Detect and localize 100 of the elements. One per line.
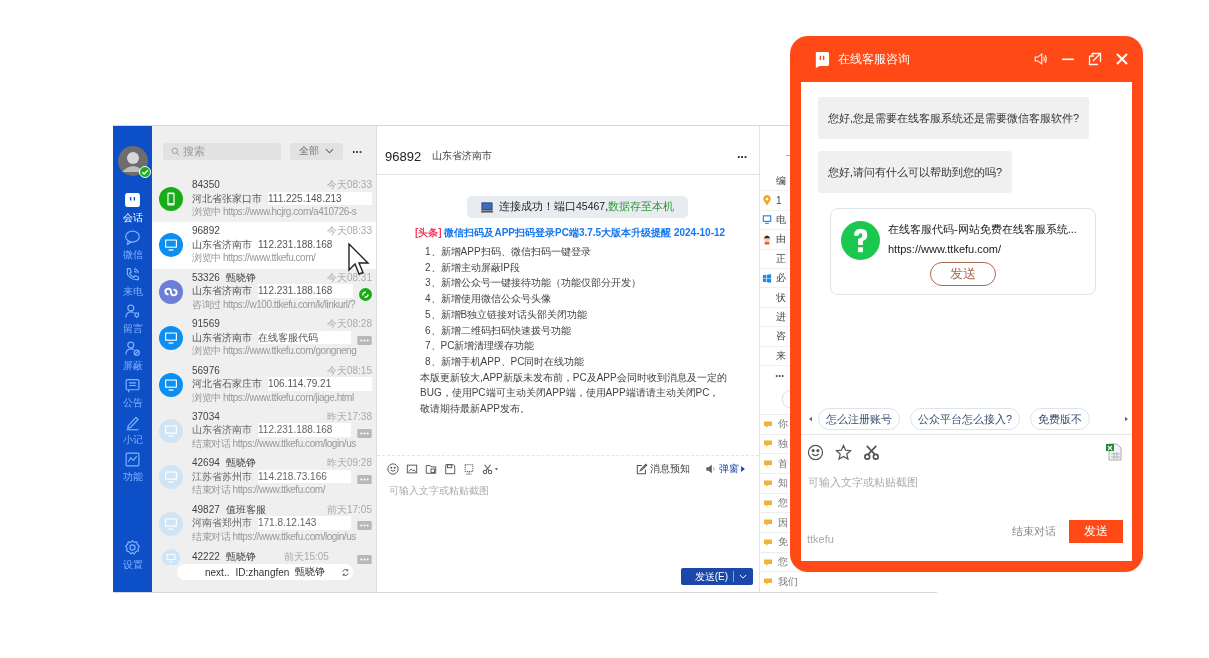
update-item: 5、新增B独立链接对话头部关闭功能: [425, 307, 589, 322]
quick-message[interactable]: 知: [778, 476, 788, 491]
refresh-icon[interactable]: [341, 567, 351, 577]
spreadsheet-icon[interactable]: [1106, 443, 1122, 461]
visitor-name: 甄晓铮: [225, 549, 256, 564]
more-button[interactable]: ···: [737, 149, 747, 164]
conversation-time: 今天08:28: [326, 317, 372, 331]
info-field: 编: [776, 174, 786, 189]
monitor-icon: [762, 214, 772, 226]
card-link[interactable]: https://www.ttkefu.com/: [888, 239, 1077, 259]
nav-tab[interactable]: 屏蔽: [122, 340, 143, 377]
visitor-location: 河南省郑州市: [192, 516, 252, 530]
image-icon[interactable]: [406, 463, 418, 475]
visitor-id: 91569: [192, 317, 220, 331]
visit-detail: 结束对话 https://www.ttkefu.com/: [192, 483, 327, 497]
info-field: 必: [776, 271, 786, 286]
visitor-location: 河北省张家口市: [192, 191, 262, 205]
conversation-item[interactable]: 56976 今天08:15 河北省石家庄市 106.114.79.21 浏览中 https://www.ttkefu.com/jiage.html: [152, 361, 376, 408]
user-avatar[interactable]: [117, 146, 148, 176]
headline-link[interactable]: 微信扫码及APP扫码登录PC端3.7.5大版本升级提醒 2024-10-12: [444, 227, 726, 238]
pen-icon: [124, 414, 141, 431]
screenshot-icon[interactable]: [463, 463, 475, 475]
speech-bubble-icon: [124, 229, 141, 246]
quick-message[interactable]: 首: [778, 456, 788, 471]
restore-icon[interactable]: [1088, 52, 1102, 66]
edit-icon: [636, 463, 648, 475]
visit-detail: 浏览中 https://www.ttkefu.com/gongneng: [192, 344, 358, 358]
chevron-down-icon: [325, 148, 334, 154]
conversation-item[interactable]: 49827 值班客服 前天17:05 河南省郑州市 171.8.12.143 结束对话 https://www.ttkefu.com/login/us: [152, 500, 376, 548]
update-item: 4、新增使用微信公众号头像: [425, 292, 552, 307]
chat-logo-icon: [813, 50, 830, 68]
popup-toggle[interactable]: 弹窗: [705, 462, 745, 476]
visitor-info: 111.225.148.213: [268, 191, 372, 205]
info-field: 由: [776, 232, 786, 247]
folder-icon[interactable]: [425, 463, 437, 475]
conversation-item[interactable]: 96892 今天08:33 山东省济南市 112.231.188.168 浏览中 https://www.ttkefu.com/: [152, 222, 376, 269]
more-button[interactable]: ···: [352, 143, 362, 159]
nav-tab[interactable]: 来电: [122, 266, 143, 303]
end-chat-button[interactable]: 结束对话: [1012, 523, 1056, 539]
speech-bubble-icon: [763, 517, 773, 529]
search-field[interactable]: 搜索: [163, 142, 281, 160]
conversation-item[interactable]: 84350 今天08:33 河北省张家口市 111.225.148.213 浏览中 https://www.hcjrg.com/a410726-s: [152, 176, 376, 223]
speech-bubble-icon: [763, 458, 773, 470]
conversation-time: 今天08:33: [326, 224, 372, 238]
nav-tab[interactable]: 小记: [122, 414, 143, 451]
widget-title: 在线客服咨询: [838, 50, 910, 68]
close-icon[interactable]: [1115, 52, 1129, 66]
quick-message[interactable]: 因: [778, 515, 788, 530]
visitor-name: 甄晓铮: [225, 456, 256, 470]
send-button[interactable]: 发送(E): [680, 568, 753, 585]
update-note: BUG，使用PC端可主动关闭APP端，使用APP端请请主动关闭PC，: [420, 386, 721, 401]
emoji-icon[interactable]: [807, 443, 824, 461]
visitor-id: 84350: [192, 178, 220, 192]
visitor-id: 96892: [385, 149, 422, 164]
user-icon: [124, 303, 141, 320]
chart-icon: [124, 451, 141, 468]
visitor-name: 值班客服: [225, 502, 266, 517]
emoji-icon[interactable]: [387, 463, 399, 475]
conversation-time: 前天17:05: [326, 502, 372, 517]
speaker-icon[interactable]: [1034, 52, 1048, 66]
visitor-info: 112.231.188.168: [258, 284, 353, 298]
quick-message[interactable]: 我们: [778, 574, 798, 589]
nav-tab[interactable]: 微信: [122, 229, 143, 266]
nav-tab[interactable]: 公告: [122, 377, 143, 414]
send-button[interactable]: 发送: [1069, 519, 1123, 543]
quick-message[interactable]: 您: [778, 496, 788, 510]
message-preview-button[interactable]: 消息预知: [636, 462, 690, 476]
info-field: 状: [776, 290, 786, 305]
visit-detail: 浏览中 https://www.hcjrg.com/a410726-s: [192, 205, 358, 219]
visitor-info: 106.114.79.21: [268, 377, 372, 391]
quick-message[interactable]: 独: [778, 436, 788, 451]
scroll-right-icon[interactable]: [1125, 416, 1128, 422]
visitor-location: 河北省石家庄市: [192, 377, 262, 391]
search-icon: [171, 146, 180, 156]
quick-message[interactable]: 您: [778, 555, 788, 570]
conversation-item[interactable]: 91569 今天08:28 山东省济南市 在线客服代码 浏览中 https://www.ttkefu.com/gongneng: [152, 315, 376, 362]
save-icon[interactable]: [444, 463, 456, 475]
phone-icon: [124, 266, 141, 283]
settings-button[interactable]: 设置: [122, 539, 143, 576]
info-field: 咨: [776, 329, 786, 344]
conversation-time: 今天08:33: [326, 178, 372, 192]
filter-dropdown[interactable]: 全部: [290, 142, 343, 160]
conversation-time: 今天08:31: [326, 270, 372, 285]
quick-message[interactable]: 免: [778, 535, 788, 550]
star-icon[interactable]: [835, 443, 852, 461]
visitor-id: 42222: [192, 549, 220, 564]
message-bubble: 您好,您是需要在线客服系统还是需要微信客服软件?: [818, 97, 1090, 139]
nav-tab[interactable]: 功能: [122, 451, 143, 488]
info-field: 电: [776, 212, 786, 227]
conversation-item[interactable]: 53326 甄晓铮 今天08:31 山东省济南市 112.231.188.168 咨询过 https://w100.ttkefu.com/k/linkurl/?: [152, 268, 376, 316]
quick-message[interactable]: 你: [778, 417, 788, 432]
nav-tab[interactable]: 会话: [122, 192, 143, 229]
speaker-icon: [705, 463, 717, 475]
scissors-icon[interactable]: [482, 463, 499, 475]
visitor-id: 49827: [192, 502, 220, 517]
nav-tab[interactable]: 留言: [122, 303, 143, 340]
banner-highlight: 数据存至本机: [608, 200, 675, 214]
scroll-left-icon[interactable]: [809, 416, 812, 422]
conversation-time: 前天15:05: [283, 549, 329, 564]
scissors-icon[interactable]: [863, 443, 880, 461]
